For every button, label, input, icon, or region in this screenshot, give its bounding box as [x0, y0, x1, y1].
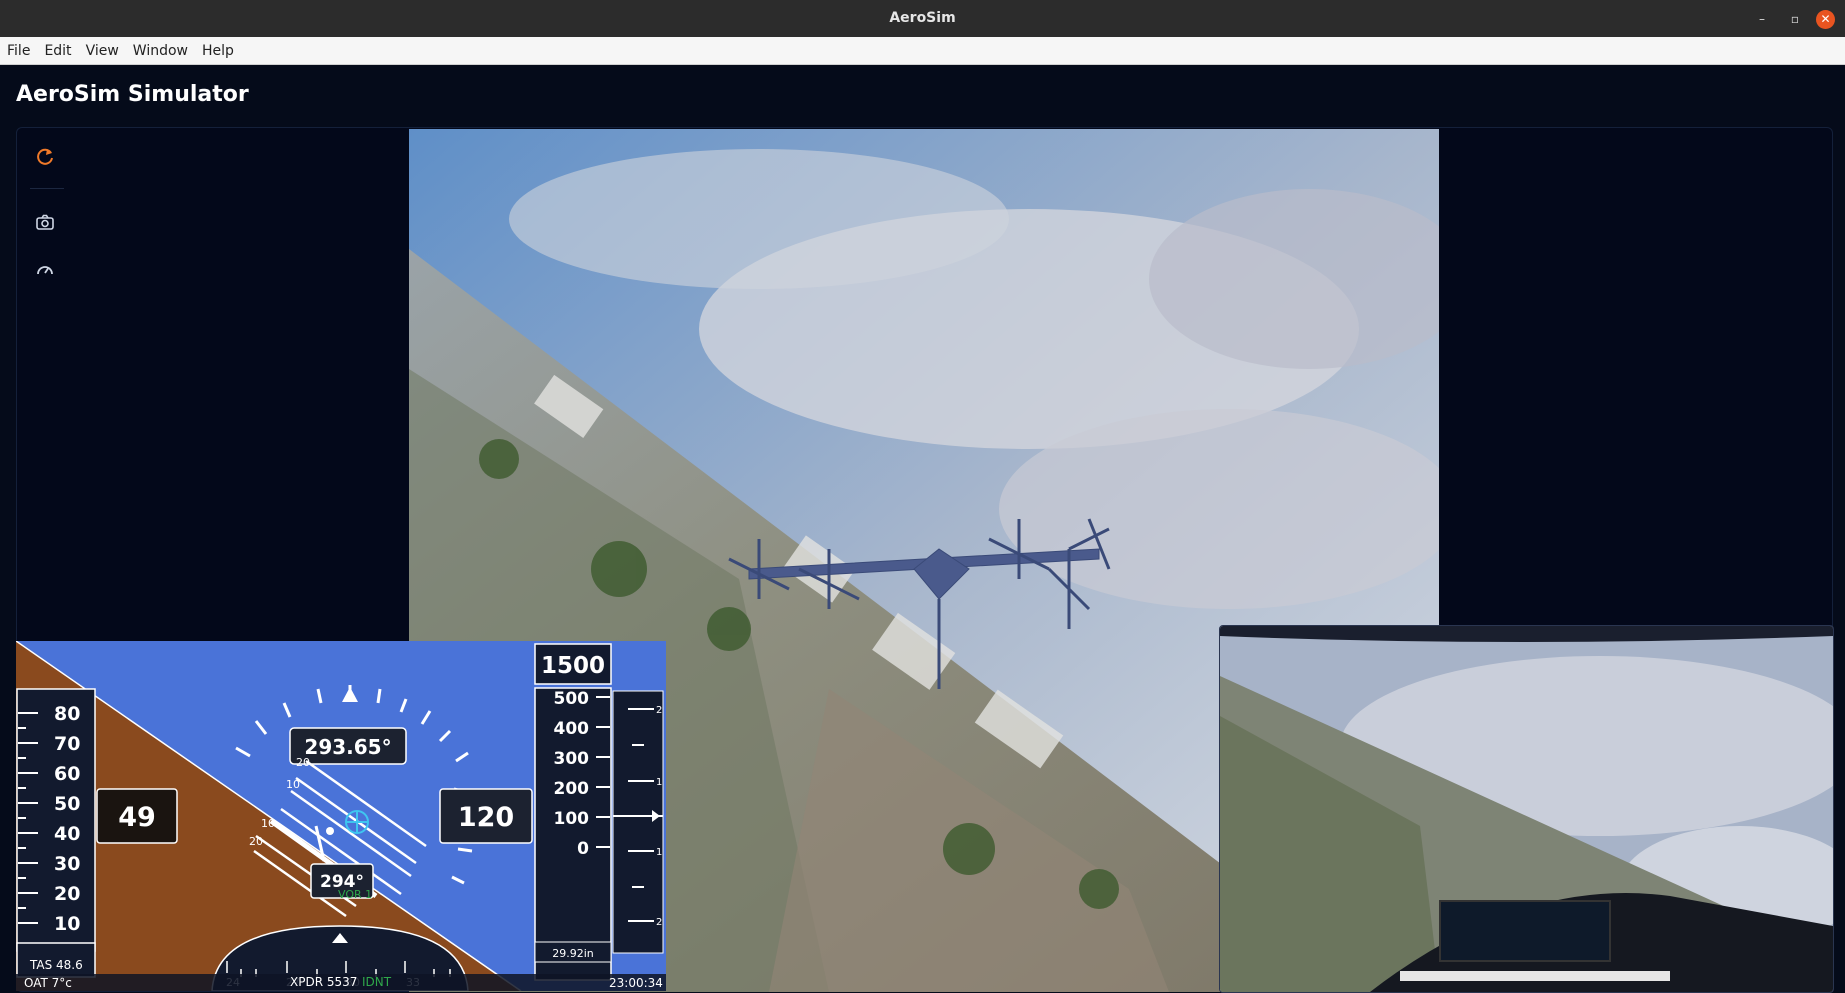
baro-setting: 29.92in — [552, 947, 594, 960]
pitch-label: 10 — [286, 778, 300, 791]
pitch-label: 20 — [296, 756, 310, 769]
maximize-button[interactable]: ▫ — [1785, 9, 1805, 29]
vsi-scale — [612, 690, 664, 954]
primary-flight-display: 80 70 60 50 40 30 20 10 49 TAS 48.6 293.… — [16, 641, 666, 991]
altitude-tick-label: 400 — [554, 719, 590, 739]
menu-file[interactable]: File — [0, 37, 37, 59]
selected-altitude: 1500 — [541, 653, 605, 679]
menu-view[interactable]: View — [79, 37, 126, 59]
minimize-button[interactable]: – — [1752, 9, 1772, 29]
ident-button[interactable]: IDNT — [362, 975, 392, 989]
airspeed-tick-label: 40 — [54, 823, 80, 845]
airspeed-tick-label: 60 — [54, 763, 80, 785]
menu-bar: File Edit View Window Help — [0, 37, 1845, 65]
vor-label: VOR 1 — [338, 888, 372, 901]
close-button[interactable]: ✕ — [1816, 10, 1835, 29]
altitude-tick-label: 0 — [577, 839, 589, 859]
altitude-tick-label: 200 — [554, 779, 590, 799]
airspeed-tick-label: 70 — [54, 733, 80, 755]
pitch-label: 10 — [261, 817, 275, 830]
airspeed-tick-label: 30 — [54, 853, 80, 875]
vsi-tick-label: 2 — [656, 917, 662, 928]
clock-readout: 23:00:34 — [609, 976, 663, 990]
vsi-tick-label: 1 — [656, 847, 662, 858]
airspeed-tick-label: 50 — [54, 793, 80, 815]
tas-readout: TAS 48.6 — [29, 958, 83, 972]
app-title: AeroSim Simulator — [16, 82, 249, 107]
gauge-icon[interactable] — [34, 259, 56, 281]
menu-edit[interactable]: Edit — [37, 37, 78, 59]
airspeed-readout: 49 — [118, 802, 156, 833]
sidebar-divider — [30, 188, 64, 189]
pip-camera-view[interactable] — [1219, 625, 1834, 993]
menu-help[interactable]: Help — [195, 37, 241, 59]
refresh-icon[interactable] — [34, 146, 56, 168]
menu-window[interactable]: Window — [126, 37, 195, 59]
altitude-tick-label: 100 — [554, 809, 590, 829]
vsi-tick-label: 2 — [656, 705, 662, 716]
heading-readout: 293.65° — [304, 735, 391, 759]
altitude-tick-label: 300 — [554, 749, 590, 769]
oat-readout: OAT 7°c — [24, 976, 72, 990]
window-title: AeroSim — [889, 10, 956, 26]
vertical-speed-readout: 120 — [458, 802, 514, 833]
vsi-tick-label: 1 — [656, 777, 662, 788]
airspeed-tick-label: 20 — [54, 883, 80, 905]
camera-icon[interactable] — [34, 211, 56, 233]
airspeed-tick-label: 10 — [54, 913, 80, 935]
window-titlebar: AeroSim – ▫ ✕ — [0, 0, 1845, 37]
pitch-label: 20 — [249, 835, 263, 848]
airspeed-tick-label: 80 — [54, 703, 80, 725]
transponder-readout: XPDR 5537 — [290, 975, 357, 989]
altitude-tick-label: 500 — [554, 689, 590, 709]
airspeed-tape — [16, 688, 96, 952]
